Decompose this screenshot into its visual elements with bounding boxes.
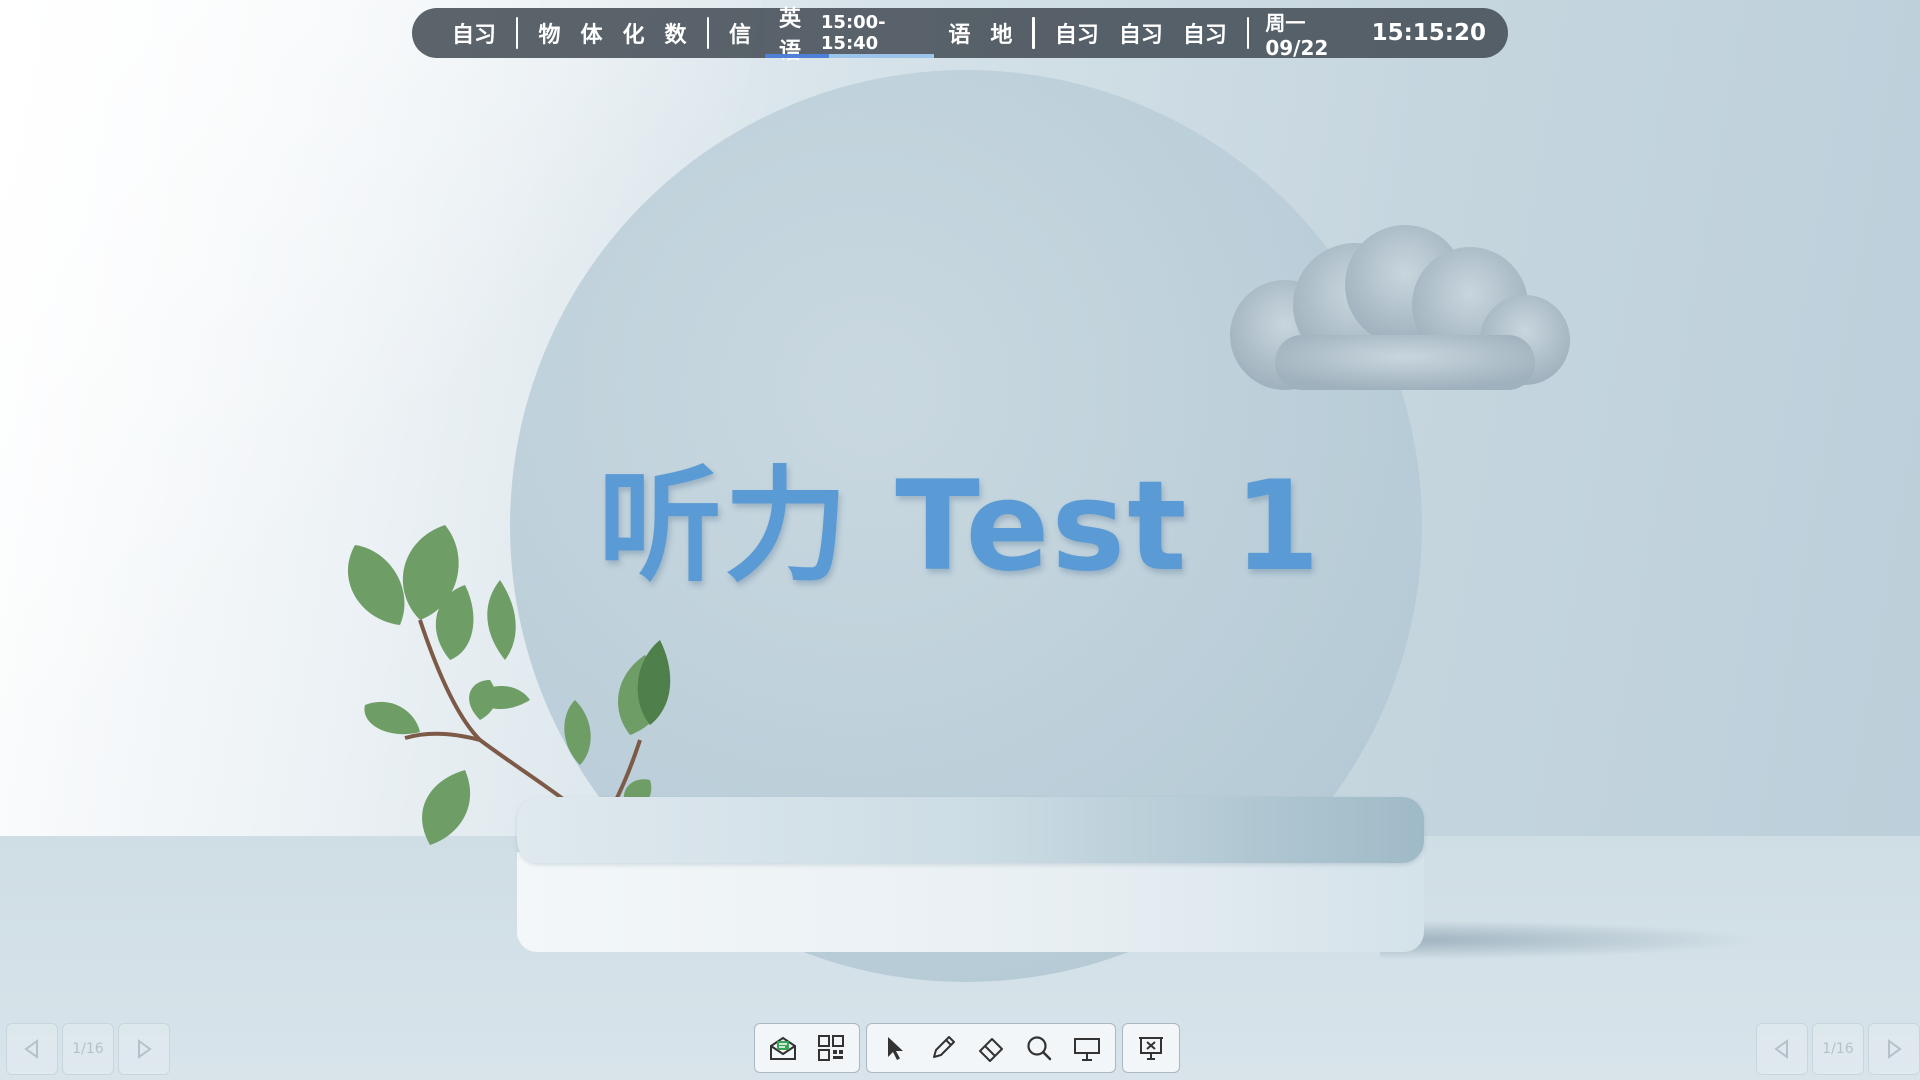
prev-page-button[interactable] (1756, 1023, 1808, 1075)
period-separator (1032, 17, 1035, 49)
message-button[interactable] (759, 1024, 807, 1072)
period-progress-fill (765, 54, 830, 58)
search-icon (1027, 1036, 1052, 1061)
close-presentation-icon (1139, 1037, 1163, 1060)
next-page-button[interactable] (118, 1023, 170, 1075)
qr-code-button[interactable] (807, 1024, 855, 1072)
period-label: 自习 (452, 23, 497, 48)
presentation-toolbar (754, 1023, 1180, 1073)
magnify-button[interactable] (1015, 1024, 1063, 1072)
date-label: 周一 09/22 (1265, 10, 1329, 60)
toolbar-group (754, 1023, 860, 1073)
qr-code-icon (818, 1035, 844, 1061)
podium-top (517, 797, 1424, 863)
period-label: 地 (990, 23, 1013, 48)
toolbar-group (1122, 1023, 1180, 1073)
period-label: 自习 (1182, 23, 1227, 48)
mail-icon (770, 1036, 796, 1060)
period-separator (706, 17, 710, 49)
page-indicator[interactable]: 1/16 (62, 1023, 114, 1075)
whiteboard-icon (1074, 1038, 1100, 1061)
period-label: 体 (580, 23, 603, 48)
cloud-image (1230, 225, 1570, 390)
whiteboard-button[interactable] (1063, 1024, 1111, 1072)
current-period-time: 15:00-15:40 (820, 12, 886, 54)
page-indicator[interactable]: 1/16 (1812, 1023, 1864, 1075)
period-label: 语 (948, 23, 971, 48)
eraser-icon (979, 1038, 1003, 1062)
slide-stage: 听力 Test 1 自习 物 体 化 数 信 英语 15:00-15:40 语 … (0, 0, 1920, 1080)
podium-base (517, 852, 1424, 952)
slide-title: 听力 Test 1 (598, 455, 1322, 599)
period-label: 信 (729, 23, 752, 48)
chevron-left-icon (24, 1039, 38, 1059)
period-label: 化 (622, 23, 645, 48)
pen-icon (933, 1036, 955, 1058)
period-separator (1246, 17, 1250, 49)
pointer-icon (888, 1037, 903, 1060)
select-button[interactable] (871, 1024, 919, 1072)
pager-left: 1/16 (6, 1023, 170, 1075)
pager-right: 1/16 (1756, 1023, 1920, 1075)
period-progress-bar (765, 54, 935, 58)
next-page-button[interactable] (1868, 1023, 1920, 1075)
chevron-left-icon (1774, 1039, 1788, 1059)
end-show-button[interactable] (1127, 1024, 1175, 1072)
clock-label: 15:15:20 (1371, 20, 1487, 46)
period-separator (516, 17, 519, 49)
prev-page-button[interactable] (6, 1023, 58, 1075)
eraser-button[interactable] (967, 1024, 1015, 1072)
period-label: 数 (664, 23, 687, 48)
schedule-bar: 自习 物 体 化 数 信 英语 15:00-15:40 语 地 自习 自习 自习… (412, 7, 1508, 64)
podium-shadow (1380, 920, 1760, 960)
chevron-right-icon (138, 1039, 152, 1059)
period-label: 自习 (1054, 23, 1099, 48)
toolbar-group (866, 1023, 1116, 1073)
period-label: 自习 (1118, 23, 1163, 48)
chevron-right-icon (1888, 1039, 1902, 1059)
period-label: 物 (538, 23, 561, 48)
pen-button[interactable] (919, 1024, 967, 1072)
current-period: 英语 15:00-15:40 (765, 7, 935, 64)
